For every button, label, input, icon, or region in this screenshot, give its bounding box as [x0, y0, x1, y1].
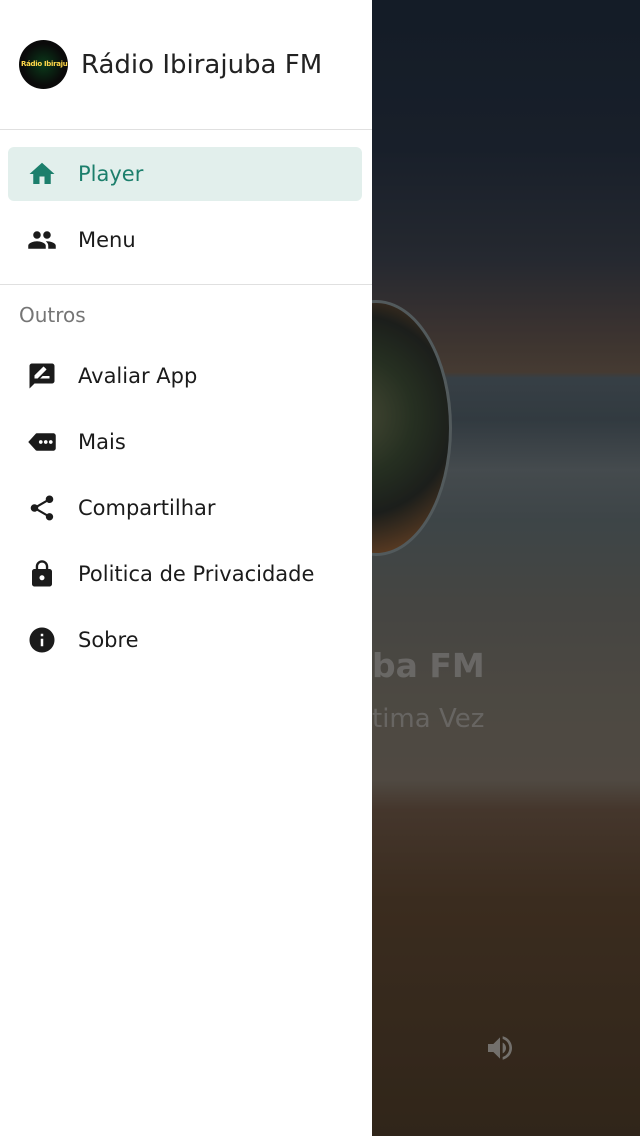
- nav-item-avaliar-app[interactable]: Avaliar App: [8, 343, 362, 409]
- drawer-header: Rádio Ibirajuba Rádio Ibirajuba FM: [0, 0, 372, 130]
- more-label-icon: [27, 427, 57, 457]
- nav-label: Mais: [78, 430, 126, 454]
- nav-item-mais[interactable]: Mais: [8, 409, 362, 475]
- info-icon: [27, 625, 57, 655]
- section-header-others: Outros: [19, 303, 86, 327]
- main-nav: Player Menu: [0, 130, 372, 285]
- nav-label: Avaliar App: [78, 364, 198, 388]
- nav-item-menu[interactable]: Menu: [8, 213, 362, 267]
- nav-label: Sobre: [78, 628, 139, 652]
- nav-item-player[interactable]: Player: [8, 147, 362, 201]
- home-icon: [27, 159, 57, 189]
- nav-label: Menu: [78, 228, 136, 252]
- share-icon: [27, 493, 57, 523]
- app-title: Rádio Ibirajuba FM: [81, 49, 323, 80]
- nav-item-compartilhar[interactable]: Compartilhar: [8, 475, 362, 541]
- nav-item-sobre[interactable]: Sobre: [8, 607, 362, 673]
- nav-label: Compartilhar: [78, 496, 216, 520]
- rate-review-icon: [27, 361, 57, 391]
- lock-icon: [27, 559, 57, 589]
- nav-label: Player: [78, 162, 144, 186]
- navigation-drawer: Rádio Ibirajuba Rádio Ibirajuba FM Playe…: [0, 0, 372, 1136]
- others-nav: Avaliar App Mais Compartilhar Politica d…: [0, 343, 372, 673]
- nav-label: Politica de Privacidade: [78, 562, 315, 586]
- app-logo: Rádio Ibirajuba: [19, 40, 68, 89]
- people-icon: [27, 225, 57, 255]
- nav-item-politica-privacidade[interactable]: Politica de Privacidade: [8, 541, 362, 607]
